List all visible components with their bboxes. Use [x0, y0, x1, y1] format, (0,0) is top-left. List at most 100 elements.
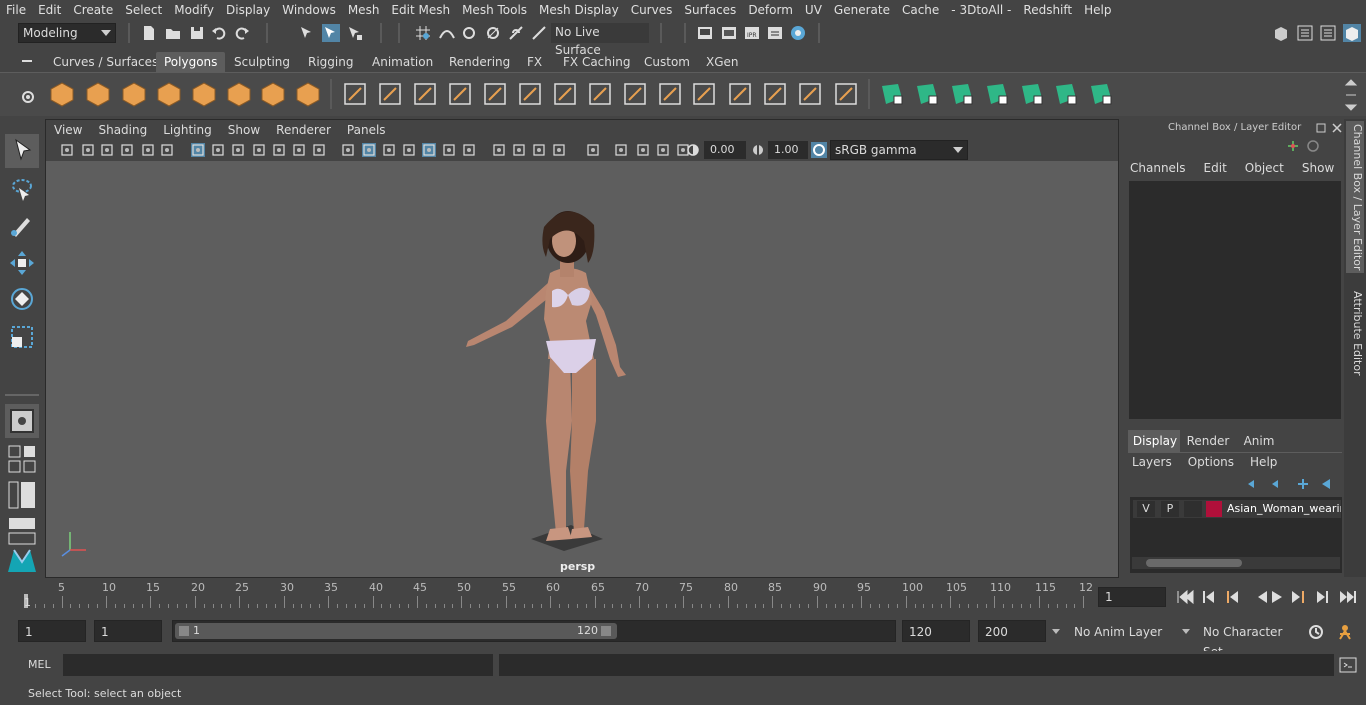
viewport-menu-lighting[interactable]: Lighting [155, 123, 220, 137]
float-panel-icon[interactable] [1316, 123, 1326, 133]
render-frame-icon[interactable] [720, 24, 738, 42]
layer-playback-toggle[interactable]: P [1161, 501, 1179, 517]
layer-menu-help[interactable]: Help [1250, 455, 1277, 471]
bookmark-icon[interactable] [100, 143, 114, 157]
range-slider-track[interactable]: 1 120 [172, 620, 896, 642]
safe-title-icon[interactable] [312, 143, 326, 157]
isolate-select-icon[interactable] [586, 143, 600, 157]
range-start-grip[interactable] [179, 626, 189, 636]
playback-start-field[interactable]: 1 [94, 620, 162, 642]
xray-joints-icon[interactable] [422, 143, 436, 157]
grease-pencil-icon[interactable] [160, 143, 174, 157]
menu-item-mesh-display[interactable]: Mesh Display [533, 3, 625, 17]
uv-cut-sew-icon[interactable] [1018, 80, 1046, 108]
animation-start-field[interactable]: 1 [18, 620, 86, 642]
snap-surface-icon[interactable] [530, 24, 548, 42]
resolution-gate-icon[interactable] [231, 143, 245, 157]
shelf-tab-curves-surfaces[interactable]: Curves / Surfaces [45, 52, 166, 72]
uv-unfold-icon[interactable] [1087, 80, 1115, 108]
anti-aliasing-icon[interactable] [532, 143, 546, 157]
lasso-tool-icon[interactable] [5, 172, 39, 206]
undo-icon[interactable] [210, 24, 228, 42]
gear-icon[interactable] [20, 89, 36, 105]
uv-checker-icon[interactable] [1052, 80, 1080, 108]
viewport-menu-show[interactable]: Show [220, 123, 268, 137]
ipr-render-icon[interactable]: IPR [743, 24, 761, 42]
shelf-tab-custom[interactable]: Custom [636, 52, 698, 72]
make-live-icon[interactable] [507, 24, 525, 42]
uv-spherical-icon[interactable] [948, 80, 976, 108]
xray-icon[interactable] [402, 143, 416, 157]
bevel-edge-icon[interactable] [796, 80, 824, 108]
xray-active-icon[interactable] [614, 143, 628, 157]
live-surface-field[interactable]: No Live Surface [551, 23, 649, 57]
uv-cylindrical-icon[interactable] [913, 80, 941, 108]
layer-color-swatch[interactable] [1206, 501, 1222, 517]
tab-channel-box[interactable]: Channel Box / Layer Editor [1346, 121, 1364, 273]
viewport-menu-renderer[interactable]: Renderer [268, 123, 339, 137]
viewport-menu-view[interactable]: View [46, 123, 90, 137]
layer-tab-display[interactable]: Display [1128, 430, 1182, 452]
menu-item-deform[interactable]: Deform [742, 3, 799, 17]
select-component-icon[interactable] [346, 24, 364, 42]
shelf-menu-icon[interactable] [20, 56, 34, 66]
bevel-icon[interactable] [656, 80, 684, 108]
default-material-icon[interactable] [656, 143, 670, 157]
shelf-tab-xgen[interactable]: XGen [698, 52, 747, 72]
menu-item-cache[interactable]: Cache [896, 3, 945, 17]
range-slider-handle[interactable]: 1 120 [175, 623, 617, 639]
menu-item-edit-mesh[interactable]: Edit Mesh [385, 3, 456, 17]
script-language-label[interactable]: MEL [28, 658, 51, 671]
snap-curve-icon[interactable] [438, 24, 456, 42]
gate-mask-icon[interactable] [252, 143, 266, 157]
scale-tool-icon[interactable] [5, 320, 39, 354]
screen-space-ao-icon[interactable] [492, 143, 506, 157]
auto-keyframe-icon[interactable] [1307, 623, 1325, 641]
shelf-tab-animation[interactable]: Animation [364, 52, 441, 72]
snap-grid-icon[interactable] [414, 24, 432, 42]
menu-item-select[interactable]: Select [119, 3, 168, 17]
multi-cut-icon[interactable] [586, 80, 614, 108]
four-pane-layout-icon[interactable] [5, 442, 39, 476]
shelf-tab-rigging[interactable]: Rigging [300, 52, 361, 72]
append-polygon-icon[interactable] [726, 80, 754, 108]
poly-torus-icon[interactable] [225, 80, 253, 108]
render-settings-icon[interactable] [766, 24, 784, 42]
tab-attribute-editor[interactable]: Attribute Editor [1346, 287, 1364, 379]
safe-action-icon[interactable] [292, 143, 306, 157]
hypershade-icon[interactable] [789, 24, 807, 42]
menu-item-generate[interactable]: Generate [828, 3, 896, 17]
target-weld-icon[interactable] [761, 80, 789, 108]
two-d-pan-icon[interactable] [141, 143, 155, 157]
camera-attributes-icon[interactable] [81, 143, 95, 157]
speed-icon[interactable] [1306, 139, 1320, 153]
select-tool-icon[interactable] [5, 134, 39, 168]
menu-item-modify[interactable]: Modify [168, 3, 220, 17]
viewport-menu-shading[interactable]: Shading [90, 123, 155, 137]
menu-item-mesh-tools[interactable]: Mesh Tools [456, 3, 533, 17]
timeline-ruler[interactable]: 1 5 10 15 20 25 30 35 40 45 50 55 60 65 70 75 80 85 90 95 1… [20, 580, 1093, 612]
layer-row[interactable]: V P Asian_Woman_wearin [1133, 500, 1341, 518]
menu-item-file[interactable]: File [0, 3, 32, 17]
open-scene-icon[interactable] [164, 24, 182, 42]
rotate-tool-icon[interactable] [5, 282, 39, 316]
animation-end-field[interactable]: 200 [978, 620, 1046, 642]
3d-viewport[interactable]: persp [46, 161, 1118, 577]
script-editor-icon[interactable] [1339, 656, 1357, 674]
menu-item-surfaces[interactable]: Surfaces [678, 3, 742, 17]
menu-item-redshift[interactable]: Redshift [1017, 3, 1078, 17]
poly-cylinder-icon[interactable] [120, 80, 148, 108]
channel-box-menu-edit[interactable]: Edit [1204, 161, 1227, 177]
layer-visibility-toggle[interactable]: V [1137, 501, 1155, 517]
poly-cube-icon[interactable] [84, 80, 112, 108]
woman-model-mesh[interactable] [446, 191, 666, 553]
outliner-layout-icon[interactable] [5, 478, 39, 512]
select-camera-icon[interactable] [60, 143, 74, 157]
wireframe-on-shaded-icon[interactable] [382, 143, 396, 157]
single-pane-layout-icon[interactable] [5, 404, 39, 438]
toggle-attribute-editor-icon[interactable] [1296, 24, 1314, 42]
shelf-tab-polygons[interactable]: Polygons [156, 52, 226, 72]
poly-pyramid-icon[interactable] [259, 80, 287, 108]
character-set-dropdown[interactable]: No Character Set [1197, 622, 1301, 659]
toggle-tool-settings-icon[interactable] [1319, 24, 1337, 42]
